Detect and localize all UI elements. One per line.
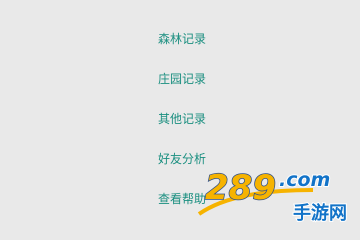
site-watermark-logo: 289 .com 手游网	[195, 156, 355, 236]
watermark-brand-domain: .com	[279, 169, 330, 191]
watermark-logo-graphic: 289 .com 手游网	[197, 167, 348, 225]
watermark-brand-tagline: 手游网	[293, 202, 347, 224]
watermark-brand-number: 289	[205, 168, 276, 208]
menu-item-manor-record[interactable]: 庄园记录	[158, 72, 206, 86]
menu-item-other-record[interactable]: 其他记录	[158, 112, 206, 126]
menu-item-forest-record[interactable]: 森林记录	[158, 32, 206, 46]
